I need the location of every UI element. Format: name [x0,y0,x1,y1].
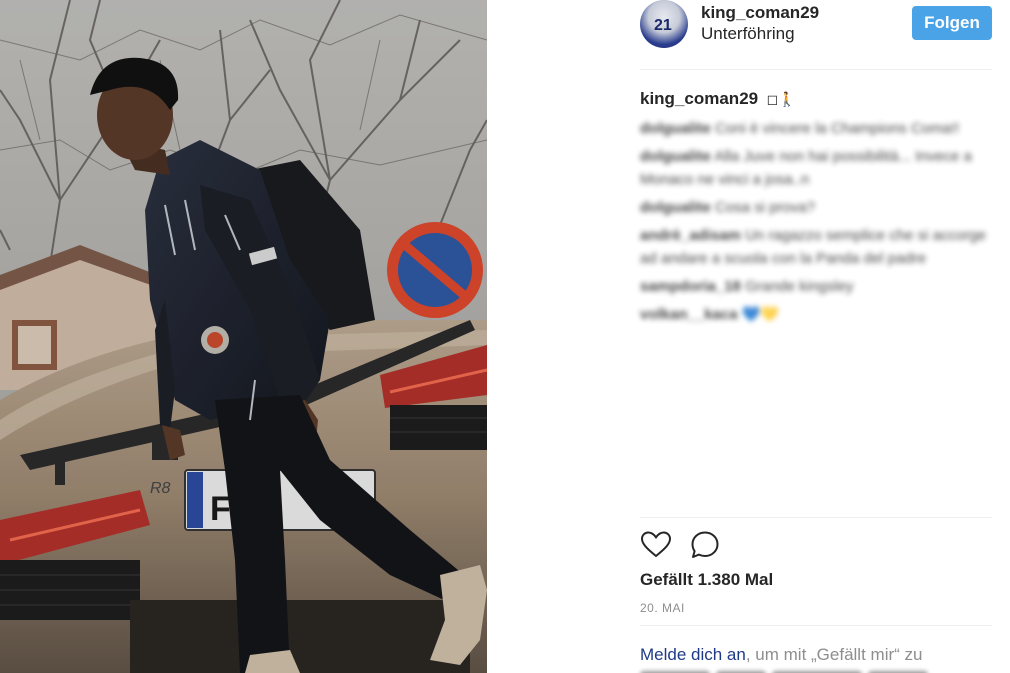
comment-username[interactable]: sampdoria_18 [640,278,741,295]
divider [640,517,992,518]
login-prompt: Melde dich an, um mit „Gefällt mir“ zu [640,645,922,665]
divider [640,625,992,626]
post-location[interactable]: Unterföhring [701,24,795,44]
comment-username[interactable]: dolgualite [640,199,711,216]
comment-text: Cosa si prova? [715,199,816,216]
comment-username[interactable]: andrè_adisam [640,227,741,244]
post-date: 20. MAI [640,601,685,615]
login-link[interactable]: Melde dich an [640,645,746,664]
follow-button[interactable]: Folgen [912,6,992,40]
comment-item: dolgualite Alla Juve non hai possibilità… [640,145,992,191]
comment-list: dolgualite Coni è vincere la Champions C… [640,117,992,331]
comment-text: Grande kingsley [745,278,854,295]
comment-item: andrè_adisam Un ragazzo semplice che si … [640,224,992,270]
comment-username[interactable]: volkan__kaca [640,306,738,323]
post-header: 21 king_coman29 Unterföhring Folgen [640,0,992,70]
post-caption: king_coman29 ◻🚶 [640,89,992,109]
comment-item: sampdoria_18 Grande kingsley [640,275,992,298]
heart-icon[interactable] [640,529,672,561]
comment-bubble-icon[interactable] [689,529,721,561]
caption-emoji: ◻🚶 [766,91,796,107]
post-details-panel: 21 king_coman29 Unterföhring Folgen king… [487,0,1010,673]
post-username[interactable]: king_coman29 [701,3,819,23]
comment-text: Coni è vincere la Champions Coma!! [715,120,960,137]
comment-username[interactable]: dolgualite [640,148,711,165]
caption-username[interactable]: king_coman29 [640,89,758,109]
comment-text: 💙💛 [741,306,780,323]
comment-username[interactable]: dolgualite [640,120,711,137]
post-photo[interactable]: FC R8 [0,0,487,673]
comment-item: volkan__kaca 💙💛 [640,303,992,326]
likes-count[interactable]: Gefällt 1.380 Mal [640,570,773,590]
avatar[interactable]: 21 [640,0,688,48]
comment-item: dolgualite Coni è vincere la Champions C… [640,117,992,140]
login-prompt-text: , um mit „Gefällt mir“ zu [745,645,923,664]
comment-item: dolgualite Cosa si prova? [640,196,992,219]
post-photo-scene: FC R8 [0,0,487,673]
login-prompt-continuation [640,666,940,673]
